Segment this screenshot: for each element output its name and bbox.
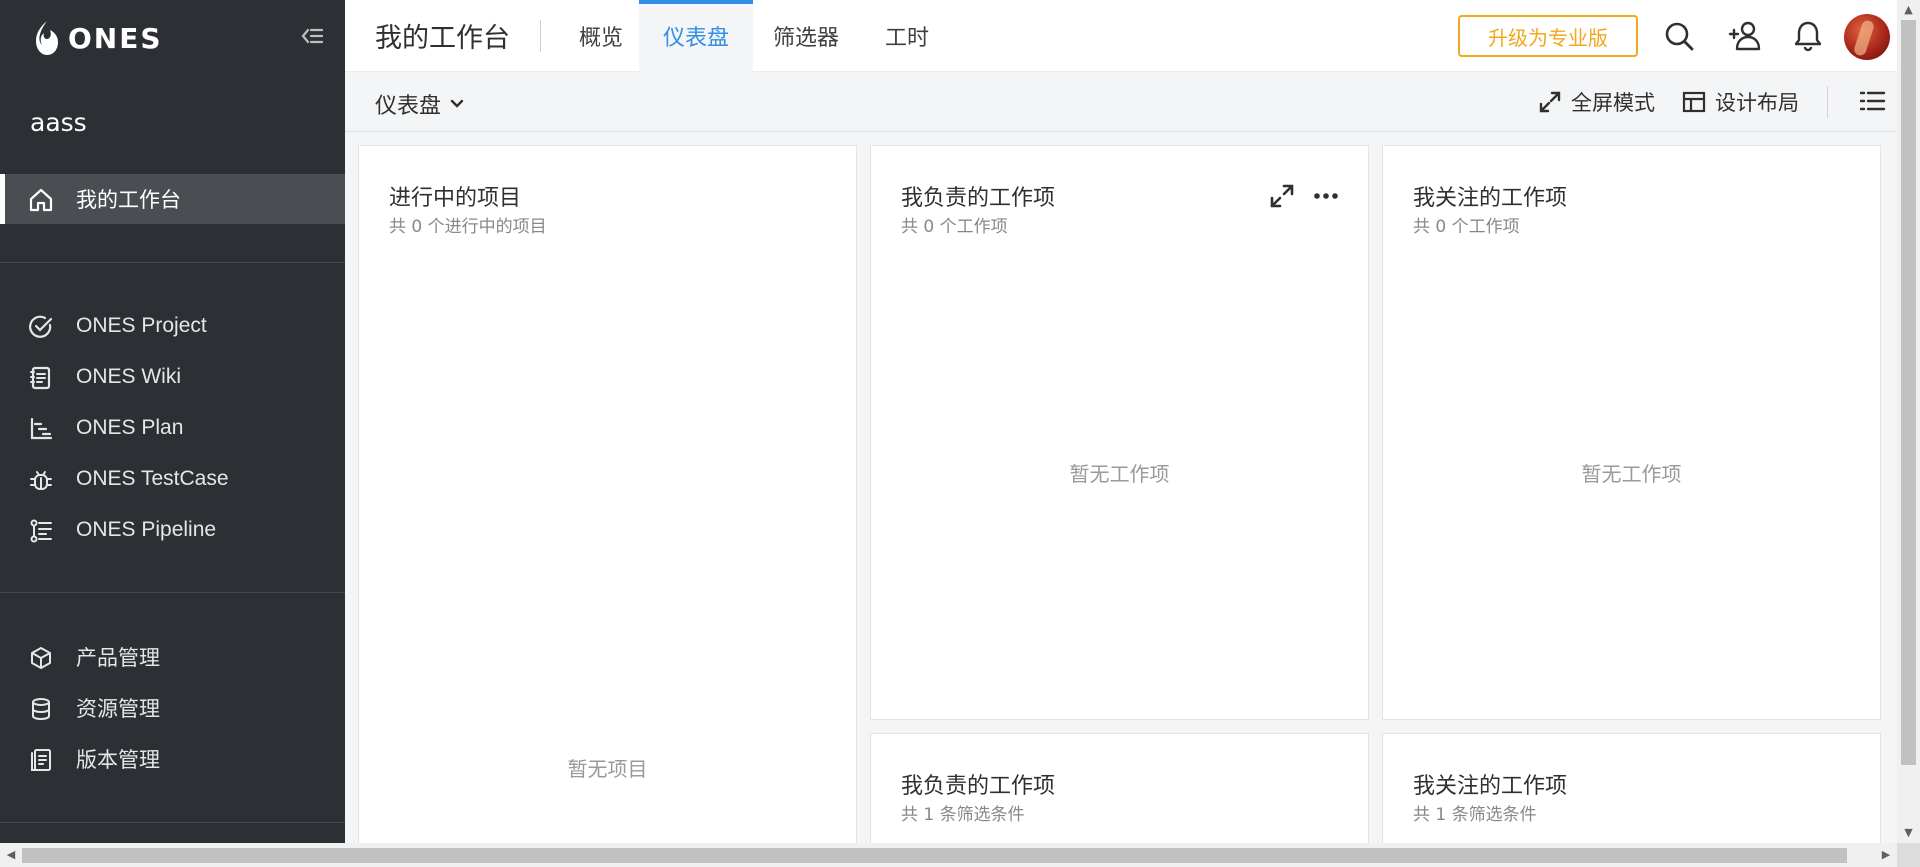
database-icon [32,698,50,721]
sidebar: ONES aass 我的工作台 ONES Project ONES Wiki O… [0,0,345,843]
sidebar-divider [0,822,345,823]
user-avatar[interactable] [1844,14,1890,60]
title-divider [540,20,541,52]
collapse-sidebar-icon[interactable] [298,22,326,50]
sidebar-divider [0,592,345,593]
design-layout-button[interactable]: 设计布局 [1681,86,1799,118]
sidebar-item-version-management[interactable]: 版本管理 [0,734,345,784]
cube-icon [31,647,51,669]
card-subtitle: 共 0 个进行中的项目 [389,217,547,237]
chevron-down-icon [450,99,464,108]
scroll-right-arrow-icon[interactable]: ▶ [1879,848,1893,862]
card-title: 我负责的工作项 [901,186,1056,211]
sidebar-item-label: 资源管理 [76,698,160,721]
expand-card-icon[interactable] [1266,180,1298,212]
dashboard-card-my-followed-items: 我关注的工作项 共 0 个工作项 暂无工作项 [1382,145,1881,720]
list-menu-icon[interactable] [1857,86,1887,116]
wiki-book-icon [30,366,51,390]
gantt-icon [30,417,53,440]
version-icon [31,749,51,771]
search-icon[interactable] [1661,18,1697,54]
design-layout-label: 设计布局 [1715,91,1799,115]
card-subtitle: 共 0 个工作项 [1413,217,1520,237]
ones-logo-icon [36,21,58,55]
bug-icon [30,471,52,490]
sidebar-item-ones-wiki[interactable]: ONES Wiki [0,352,345,402]
page-title: 我的工作台 [375,23,510,54]
sidebar-item-label: ONES Project [76,314,207,337]
horizontal-scroll-thumb[interactable] [22,848,1847,863]
card-title: 进行中的项目 [389,186,522,211]
dashboard-toolbar: 仪表盘 全屏模式 设计布局 [345,72,1897,132]
scroll-up-arrow-icon[interactable]: ▲ [1902,3,1915,16]
dashboard-card-my-assigned-items: 我负责的工作项 共 0 个工作项 暂无工作项 [870,145,1369,720]
card-empty-state: 暂无项目 [567,757,648,781]
dashboard-card-my-followed-filter: 我关注的工作项 共 1 条筛选条件 [1382,733,1881,855]
card-title: 我负责的工作项 [901,774,1056,799]
card-empty-state: 暂无工作项 [1581,462,1682,486]
sidebar-item-resource-management[interactable]: 资源管理 [0,683,345,733]
sidebar-item-label: 版本管理 [76,749,160,772]
fullscreen-label: 全屏模式 [1571,91,1655,115]
sidebar-item-ones-project[interactable]: ONES Project [0,301,345,351]
scroll-left-arrow-icon[interactable]: ◀ [4,848,18,862]
dashboard-select[interactable]: 仪表盘 [375,88,467,120]
sidebar-item-label: ONES TestCase [76,467,229,490]
scroll-down-arrow-icon[interactable]: ▼ [1902,826,1915,839]
expand-icon [1539,91,1561,113]
tab-filters[interactable]: 筛选器 [753,0,859,72]
sidebar-divider [0,262,345,263]
horizontal-scrollbar[interactable]: ◀ ▶ [0,843,1897,867]
sidebar-item-label: ONES Plan [76,416,184,439]
check-circle-icon [29,315,53,338]
pipeline-icon [30,519,52,543]
dashboard-card-ongoing-projects: 进行中的项目 共 0 个进行中的项目 暂无项目 [358,145,857,855]
scrollbar-corner [1897,843,1920,867]
vertical-scroll-thumb[interactable] [1901,20,1916,765]
layout-icon [1682,91,1706,113]
fullscreen-button[interactable]: 全屏模式 [1537,86,1655,118]
sidebar-item-label: 产品管理 [76,647,160,670]
card-title: 我关注的工作项 [1413,186,1568,211]
card-subtitle: 共 1 条筛选条件 [1413,805,1537,825]
card-title: 我关注的工作项 [1413,774,1568,799]
notification-bell-icon[interactable] [1790,18,1826,54]
dashboard-select-label: 仪表盘 [375,94,442,119]
sidebar-item-label: ONES Pipeline [76,518,217,541]
top-header: 我的工作台 概览 仪表盘 筛选器 工时 升级为专业版 [345,0,1897,72]
sidebar-item-ones-testcase[interactable]: ONES TestCase [0,454,345,504]
sidebar-item-workspace[interactable]: 我的工作台 [0,174,345,224]
card-subtitle: 共 0 个工作项 [901,217,1008,237]
card-empty-state: 暂无工作项 [1069,462,1170,486]
sidebar-item-ones-plan[interactable]: ONES Plan [0,403,345,453]
sidebar-item-ones-pipeline[interactable]: ONES Pipeline [0,505,345,555]
sidebar-item-product-management[interactable]: 产品管理 [0,632,345,682]
dashboard-card-my-assigned-filter: 我负责的工作项 共 1 条筛选条件 [870,733,1369,855]
team-name[interactable]: aass [30,108,87,137]
more-options-icon[interactable] [1310,180,1342,212]
card-subtitle: 共 1 条筛选条件 [901,805,1025,825]
brand-name: ONES [68,21,163,55]
sidebar-item-label: ONES Wiki [76,365,181,388]
tab-work-hours[interactable]: 工时 [859,0,955,72]
add-member-icon[interactable] [1727,18,1763,54]
upgrade-button[interactable]: 升级为专业版 [1458,15,1638,57]
tab-overview[interactable]: 概览 [556,0,646,72]
tab-dashboard[interactable]: 仪表盘 [639,0,753,72]
sidebar-item-label: 我的工作台 [76,189,181,212]
toolbar-divider [1827,86,1828,118]
vertical-scrollbar[interactable]: ▲ ▼ [1897,0,1920,843]
home-icon [29,188,53,212]
ones-logo[interactable]: ONES [32,18,163,58]
